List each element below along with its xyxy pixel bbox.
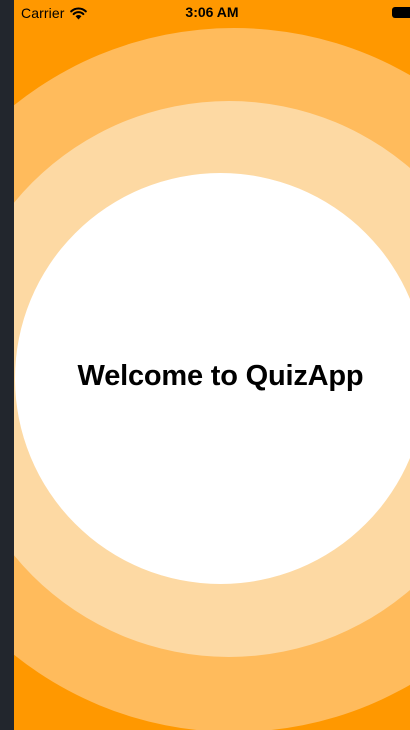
welcome-title: Welcome to QuizApp — [77, 360, 364, 392]
app-screen: Carrier 3:06 AM Welcome to QuizApp — [14, 0, 410, 730]
window-edge — [0, 0, 14, 730]
status-bar: Carrier 3:06 AM — [14, 0, 410, 28]
status-time: 3:06 AM — [185, 4, 239, 20]
battery-icon — [392, 7, 410, 18]
